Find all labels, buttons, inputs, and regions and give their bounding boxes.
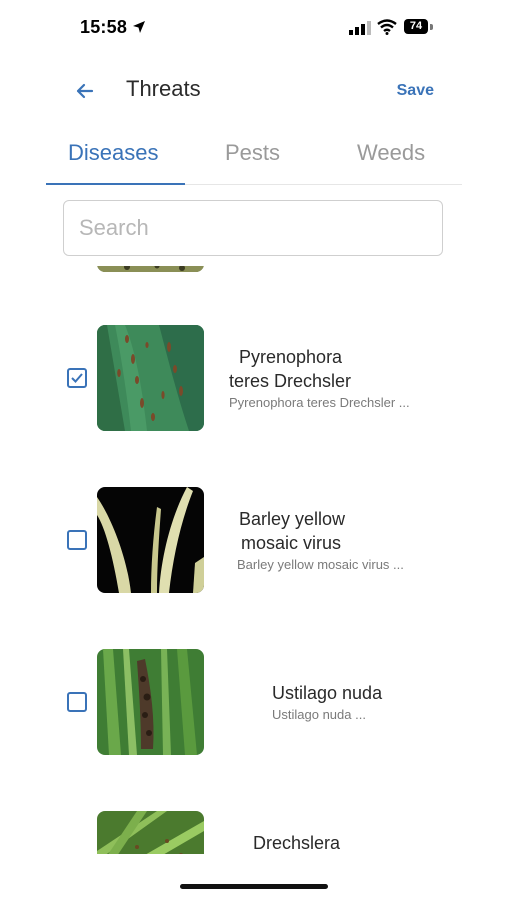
threat-checkbox[interactable] — [67, 368, 87, 388]
threat-name-line2: mosaic virus — [241, 533, 342, 553]
threat-name-line1: Barley yellow — [239, 509, 346, 529]
cellular-signal-icon — [349, 21, 371, 40]
threat-image — [97, 649, 204, 755]
threat-subtitle: Barley yellow mosaic virus ... — [237, 557, 404, 572]
threat-name-line2: teres Drechsler — [229, 371, 352, 391]
wifi-icon — [377, 19, 397, 40]
threat-subtitle: Ustilago nuda ... — [272, 707, 366, 722]
threat-image — [97, 487, 204, 593]
threat-name: Drechslera — [253, 831, 340, 854]
app-header: Threats Save — [0, 64, 507, 116]
home-indicator[interactable] — [180, 884, 328, 889]
list-item[interactable]: Ustilago nuda Ustilago nuda ... — [0, 648, 507, 756]
threat-name-line1: Drechslera — [253, 833, 341, 853]
back-arrow-icon[interactable] — [70, 76, 100, 106]
list-item[interactable]: Pyrenophora teres Drechsler Pyrenophora … — [0, 324, 507, 432]
threat-name: Pyrenophora teres Drechsler — [229, 345, 351, 393]
threat-image — [97, 811, 204, 854]
battery-icon: 74 — [404, 19, 428, 34]
page-title: Threats — [126, 76, 201, 101]
threat-name: Barley yellow mosaic virus — [239, 507, 345, 555]
threat-tabs: Diseases Pests Weeds — [46, 132, 462, 185]
list-item[interactable]: Barley yellow mosaic virus Barley yellow… — [0, 486, 507, 594]
save-button[interactable]: Save — [397, 82, 434, 100]
threat-checkbox[interactable] — [67, 530, 87, 550]
battery-cap — [430, 24, 433, 30]
threat-name-line1: Ustilago nuda — [272, 683, 383, 703]
search-input[interactable] — [63, 200, 443, 256]
active-tab-indicator — [46, 183, 185, 185]
threat-name-line1: Pyrenophora — [239, 347, 343, 367]
threat-image — [97, 325, 204, 431]
list-item[interactable]: Drechslera — [0, 810, 507, 854]
tab-weeds[interactable]: Weeds — [357, 140, 425, 166]
threat-list[interactable]: Pyrenophora teres Drechsler Pyrenophora … — [0, 266, 507, 854]
location-arrow-icon — [132, 20, 146, 39]
threat-image-partial — [97, 266, 204, 272]
threat-checkbox[interactable] — [67, 692, 87, 712]
threat-subtitle: Pyrenophora teres Drechsler ... — [229, 395, 410, 410]
tab-diseases[interactable]: Diseases — [68, 140, 158, 166]
status-time: 15:58 — [80, 17, 128, 37]
threat-name: Ustilago nuda — [272, 681, 382, 705]
status-bar: 15:58 74 — [0, 0, 507, 56]
tab-pests[interactable]: Pests — [225, 140, 280, 166]
